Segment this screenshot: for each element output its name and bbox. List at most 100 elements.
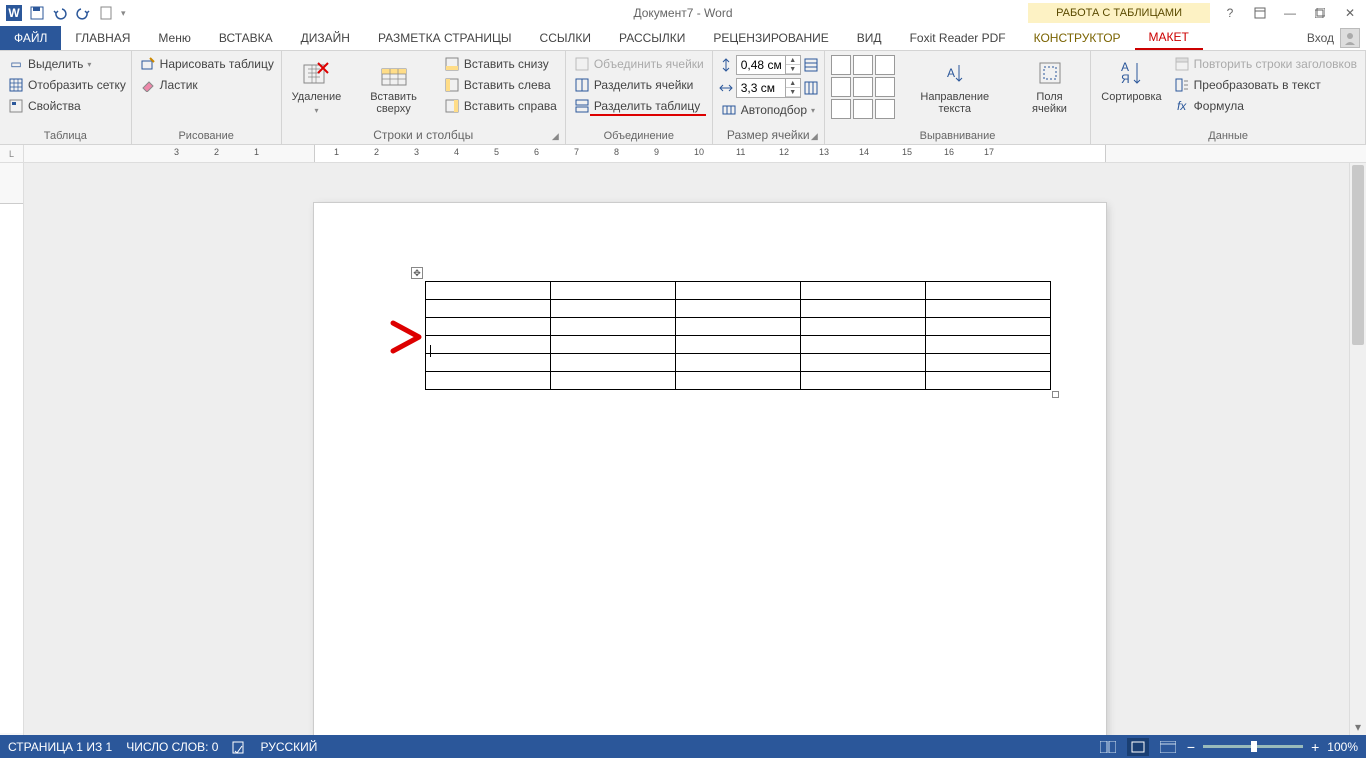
view-gridlines-button[interactable]: Отобразить сетку bbox=[6, 76, 128, 94]
zoom-level[interactable]: 100% bbox=[1327, 740, 1358, 754]
insert-below-button[interactable]: Вставить снизу bbox=[442, 55, 559, 73]
minimize-icon[interactable]: — bbox=[1280, 3, 1300, 23]
align-tc[interactable] bbox=[853, 55, 873, 75]
cell-margins-button[interactable]: Поля ячейки bbox=[1015, 55, 1085, 128]
read-mode-icon[interactable] bbox=[1097, 738, 1119, 756]
convert-to-text-button[interactable]: Преобразовать в текст bbox=[1172, 76, 1359, 94]
draw-table-button[interactable]: Нарисовать таблицу bbox=[138, 55, 276, 73]
tab-page-layout[interactable]: РАЗМЕТКА СТРАНИЦЫ bbox=[364, 26, 526, 50]
insert-right-button[interactable]: Вставить справа bbox=[442, 97, 559, 115]
ruler-mark: 8 bbox=[614, 147, 619, 157]
zoom-out-button[interactable]: − bbox=[1187, 739, 1195, 755]
dialog-launcher-icon[interactable]: ◢ bbox=[552, 131, 559, 142]
tab-view[interactable]: ВИД bbox=[843, 26, 896, 50]
ruler-horizontal[interactable]: 3211234567891011121314151617 bbox=[24, 145, 1366, 163]
align-ml[interactable] bbox=[831, 77, 851, 97]
tab-mailings[interactable]: РАССЫЛКИ bbox=[605, 26, 699, 50]
ruler-mark: 1 bbox=[254, 147, 259, 157]
new-doc-icon[interactable] bbox=[98, 5, 114, 21]
ribbon-display-icon[interactable] bbox=[1250, 3, 1270, 23]
align-tr[interactable] bbox=[875, 55, 895, 75]
insert-left-button[interactable]: Вставить слева bbox=[442, 76, 559, 94]
table-move-handle-icon[interactable]: ✥ bbox=[411, 267, 423, 279]
dialog-launcher-icon[interactable]: ◢ bbox=[811, 131, 818, 142]
scroll-down-icon[interactable]: ▾ bbox=[1350, 719, 1366, 735]
spin-down-icon[interactable]: ▼ bbox=[786, 65, 800, 74]
col-width-input[interactable]: ▲▼ bbox=[736, 78, 801, 98]
zoom-slider[interactable] bbox=[1203, 745, 1303, 748]
autofit-button[interactable]: Автоподбор ▾ bbox=[719, 101, 818, 119]
status-page[interactable]: СТРАНИЦА 1 ИЗ 1 bbox=[8, 740, 112, 754]
tab-file[interactable]: ФАЙЛ bbox=[0, 26, 61, 50]
save-icon[interactable] bbox=[29, 5, 45, 21]
sort-button[interactable]: АЯСортировка bbox=[1097, 55, 1165, 128]
tab-constructor[interactable]: КОНСТРУКТОР bbox=[1020, 26, 1135, 50]
ruler-mark: 12 bbox=[779, 147, 789, 157]
properties-button[interactable]: Свойства bbox=[6, 97, 128, 115]
alignment-grid[interactable] bbox=[831, 55, 895, 128]
web-layout-icon[interactable] bbox=[1157, 738, 1179, 756]
tab-insert[interactable]: ВСТАВКА bbox=[205, 26, 287, 50]
group-label-merge: Объединение bbox=[572, 128, 706, 144]
properties-icon bbox=[8, 98, 24, 114]
col-width-icon bbox=[719, 81, 733, 95]
split-cells-icon bbox=[574, 77, 590, 93]
zoom-in-button[interactable]: + bbox=[1311, 739, 1319, 755]
distribute-cols-icon[interactable] bbox=[804, 81, 818, 95]
status-words[interactable]: ЧИСЛО СЛОВ: 0 bbox=[126, 740, 218, 754]
align-br[interactable] bbox=[875, 99, 895, 119]
spin-down-icon[interactable]: ▼ bbox=[786, 88, 800, 97]
tab-menu[interactable]: Меню bbox=[144, 26, 204, 50]
close-icon[interactable]: ✕ bbox=[1340, 3, 1360, 23]
split-cells-button[interactable]: Разделить ячейки bbox=[572, 76, 706, 94]
text-direction-button[interactable]: AНаправление текста bbox=[901, 55, 1009, 128]
align-mr[interactable] bbox=[875, 77, 895, 97]
table-resize-handle-icon[interactable] bbox=[1052, 391, 1059, 398]
tab-home[interactable]: ГЛАВНАЯ bbox=[61, 26, 144, 50]
tab-design[interactable]: ДИЗАЙН bbox=[287, 26, 364, 50]
user-avatar-icon[interactable] bbox=[1340, 28, 1360, 48]
status-proofing-icon[interactable] bbox=[232, 740, 246, 754]
page[interactable]: ✥ bbox=[314, 203, 1106, 735]
text-direction-icon: A bbox=[939, 57, 971, 89]
spin-up-icon[interactable]: ▲ bbox=[786, 79, 800, 88]
tab-review[interactable]: РЕЦЕНЗИРОВАНИЕ bbox=[699, 26, 842, 50]
qat-customize-icon[interactable]: ▾ bbox=[121, 8, 126, 19]
formula-button[interactable]: fxФормула bbox=[1172, 97, 1359, 115]
align-bc[interactable] bbox=[853, 99, 873, 119]
help-icon[interactable]: ? bbox=[1220, 3, 1240, 23]
print-layout-icon[interactable] bbox=[1127, 738, 1149, 756]
document-area[interactable]: ✥ ▴ ▾ bbox=[24, 163, 1366, 735]
maximize-icon[interactable] bbox=[1310, 3, 1330, 23]
row-height-input[interactable]: ▲▼ bbox=[736, 55, 801, 75]
ruler-mark: 2 bbox=[214, 147, 219, 157]
align-mc[interactable] bbox=[853, 77, 873, 97]
spin-up-icon[interactable]: ▲ bbox=[786, 56, 800, 65]
tab-foxit[interactable]: Foxit Reader PDF bbox=[896, 26, 1020, 50]
tab-layout-table[interactable]: МАКЕТ bbox=[1135, 26, 1203, 50]
tab-references[interactable]: ССЫЛКИ bbox=[526, 26, 605, 50]
split-table-button[interactable]: Разделить таблицу bbox=[572, 97, 706, 115]
align-bl[interactable] bbox=[831, 99, 851, 119]
align-tl[interactable] bbox=[831, 55, 851, 75]
merge-icon bbox=[574, 56, 590, 72]
delete-button[interactable]: Удаление▾ bbox=[288, 55, 346, 126]
ruler-mark: 17 bbox=[984, 147, 994, 157]
vertical-scrollbar[interactable]: ▴ ▾ bbox=[1349, 163, 1366, 735]
ruler-vertical[interactable] bbox=[0, 163, 24, 735]
ruler-mark: 7 bbox=[574, 147, 579, 157]
cell-margins-icon bbox=[1034, 57, 1066, 89]
document-table[interactable]: ✥ bbox=[425, 281, 1051, 390]
undo-icon[interactable] bbox=[52, 5, 68, 21]
insert-above-button[interactable]: Вставить сверху bbox=[351, 55, 436, 126]
insert-row-above-icon bbox=[378, 57, 410, 89]
scrollbar-thumb[interactable] bbox=[1352, 165, 1364, 345]
chevron-down-icon: ▾ bbox=[314, 105, 318, 117]
select-button[interactable]: ▭Выделить ▾ bbox=[6, 55, 128, 73]
redo-icon[interactable] bbox=[75, 5, 91, 21]
status-language[interactable]: РУССКИЙ bbox=[260, 740, 317, 754]
insert-col-left-icon bbox=[444, 77, 460, 93]
distribute-rows-icon[interactable] bbox=[804, 58, 818, 72]
sign-in-link[interactable]: Вход bbox=[1307, 31, 1334, 45]
eraser-button[interactable]: Ластик bbox=[138, 76, 276, 94]
